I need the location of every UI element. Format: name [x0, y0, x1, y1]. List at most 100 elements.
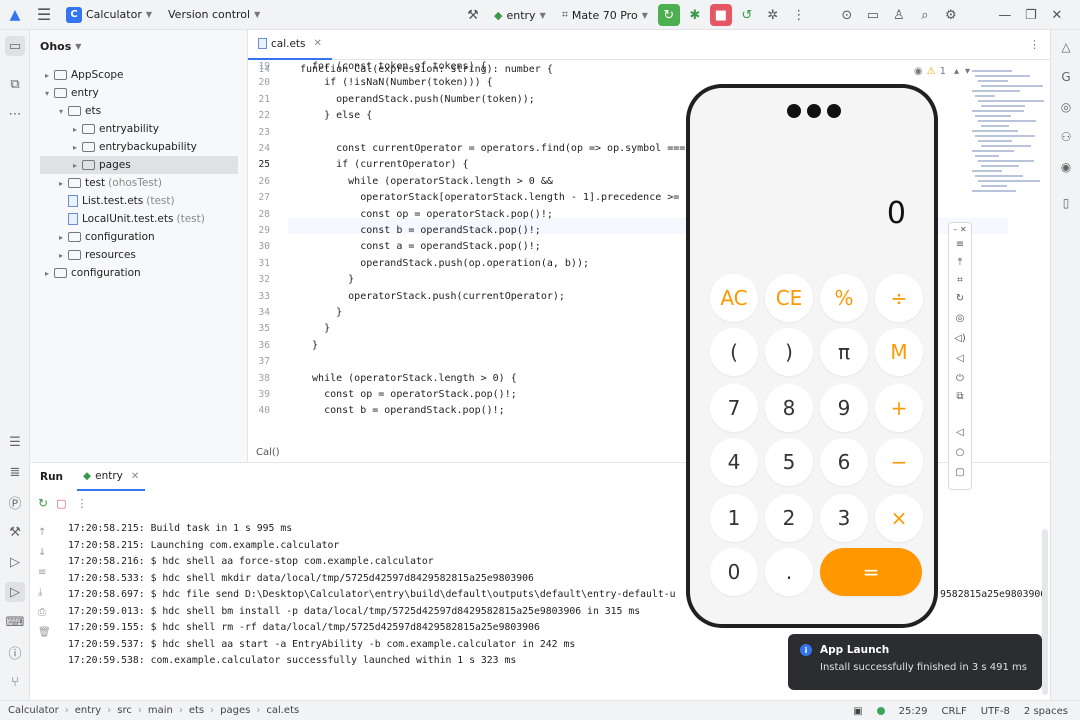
breadcrumb-item[interactable]: src: [117, 705, 132, 716]
scroll-down-icon[interactable]: ↓: [38, 547, 46, 558]
back-icon[interactable]: ◁: [949, 427, 971, 438]
inspection-widget[interactable]: ◉ ⚠ 1 ▴ ▾: [914, 66, 970, 77]
project-folder-icon[interactable]: ▭: [5, 36, 25, 56]
chevron-right-icon[interactable]: ▸: [40, 71, 54, 80]
tree-item[interactable]: ▾ ets: [54, 102, 104, 120]
chevron-right-icon[interactable]: ▸: [40, 269, 54, 278]
minimize-window-icon[interactable]: —: [994, 4, 1016, 26]
clear-trash-icon[interactable]: 🗑: [38, 627, 51, 638]
digit-6-key[interactable]: 6: [820, 438, 868, 486]
pi-key[interactable]: π: [820, 328, 868, 376]
chevron-right-icon[interactable]: ▸: [54, 179, 68, 188]
breadcrumb-item[interactable]: ets: [189, 705, 204, 716]
tab-options-icon[interactable]: ⋮: [1029, 38, 1040, 51]
equals-key[interactable]: =: [820, 548, 922, 596]
volume-up-icon[interactable]: ◁): [949, 333, 971, 344]
plus-key[interactable]: +: [875, 384, 923, 432]
services-icon[interactable]: ▷: [5, 552, 25, 572]
project-panel-header[interactable]: Ohos ▼: [30, 30, 247, 62]
stop-icon[interactable]: ▢: [56, 497, 66, 510]
breadcrumb-item[interactable]: pages: [220, 705, 250, 716]
scroll-to-end-icon[interactable]: ⤓: [38, 587, 42, 598]
build-hammer-icon[interactable]: ⚒: [5, 522, 25, 542]
profiler-bug-icon[interactable]: ✲: [762, 4, 784, 26]
todo-icon[interactable]: ☰: [5, 432, 25, 452]
decimal-key[interactable]: .: [765, 548, 813, 596]
tree-item[interactable]: ▾ entry: [40, 84, 102, 102]
run-tab-entry[interactable]: ◆ entry ✕: [77, 463, 146, 491]
tree-item[interactable]: ▸ entrybackupability: [68, 138, 200, 156]
console-scrollbar[interactable]: [1042, 529, 1048, 695]
vcs-selector[interactable]: Version control ▼: [168, 0, 260, 30]
pin-icon[interactable]: ⤒: [949, 257, 971, 268]
ce-key[interactable]: CE: [765, 274, 813, 322]
recents-icon[interactable]: ▢: [949, 467, 971, 478]
breadcrumb-item[interactable]: Calculator: [8, 705, 59, 716]
inspector-icon[interactable]: ⚇: [1057, 128, 1075, 146]
power-icon[interactable]: ⏻: [949, 373, 971, 384]
memory-indicator-icon[interactable]: ▣: [853, 706, 862, 717]
more-actions-icon[interactable]: ⋮: [788, 4, 810, 26]
run-config-selector[interactable]: ◆ entry ▼: [494, 0, 546, 30]
main-menu-icon[interactable]: ☰: [30, 0, 58, 30]
screenshot-icon[interactable]: ◎: [949, 313, 971, 324]
digit-1-key[interactable]: 1: [710, 494, 758, 542]
gear-icon[interactable]: ⚙: [940, 4, 962, 26]
line-separator[interactable]: CRLF: [941, 706, 966, 717]
digit-5-key[interactable]: 5: [765, 438, 813, 486]
tree-item[interactable]: ▸ resources: [54, 246, 139, 264]
copy-icon[interactable]: ⧉: [949, 391, 971, 402]
previewer-eye-icon[interactable]: ◉: [1057, 158, 1075, 176]
indent-setting[interactable]: 2 spaces: [1024, 706, 1068, 717]
notifications-icon[interactable]: △: [1057, 38, 1075, 56]
account-icon[interactable]: ♙: [888, 4, 910, 26]
chevron-up-icon[interactable]: ▴: [954, 66, 959, 77]
close-icon[interactable]: ✕: [131, 471, 139, 482]
device-phone-icon[interactable]: ▯: [1057, 194, 1075, 212]
tree-item[interactable]: ▸ pages: [40, 156, 238, 174]
chevron-right-icon[interactable]: ▸: [54, 251, 68, 260]
reader-mode-icon[interactable]: ◉: [914, 66, 923, 77]
profiler-icon[interactable]: Ⓟ: [5, 492, 25, 512]
chevron-down-icon[interactable]: ▾: [965, 66, 970, 77]
device-selector[interactable]: ⌗ Mate 70 Pro ▼: [562, 0, 648, 30]
soft-wrap-icon[interactable]: ≡: [38, 567, 46, 578]
app-logo-icon[interactable]: ▲: [0, 0, 30, 30]
more-actions-icon[interactable]: ⋮: [76, 497, 87, 510]
code-minimap[interactable]: [972, 70, 1044, 220]
multiply-key[interactable]: ×: [875, 494, 923, 542]
tree-item[interactable]: LocalUnit.test.ets (test): [54, 210, 205, 228]
home-icon[interactable]: ○: [949, 447, 971, 458]
problems-icon[interactable]: ⓘ: [5, 642, 25, 662]
scroll-up-icon[interactable]: ↑: [38, 527, 46, 538]
tree-item[interactable]: ▸ AppScope: [40, 66, 127, 84]
tree-item[interactable]: ▸ entryability: [68, 120, 162, 138]
digit-4-key[interactable]: 4: [710, 438, 758, 486]
editor-breadcrumb[interactable]: Cal(): [256, 447, 280, 458]
breadcrumb-item[interactable]: entry: [75, 705, 101, 716]
tree-item[interactable]: ▸ test (ohosTest): [54, 174, 162, 192]
tree-item[interactable]: ▸ configuration: [54, 228, 158, 246]
digit-7-key[interactable]: 7: [710, 384, 758, 432]
close-paren-key[interactable]: ): [765, 328, 813, 376]
tree-item[interactable]: List.test.ets (test): [54, 192, 175, 210]
breadcrumb-item[interactable]: main: [148, 705, 173, 716]
menu-icon[interactable]: ≡: [949, 239, 971, 250]
emulator-window-controls[interactable]: – ✕: [949, 225, 971, 234]
print-icon[interactable]: ⎙: [38, 607, 46, 618]
assistant-icon[interactable]: ◎: [1057, 98, 1075, 116]
open-paren-key[interactable]: (: [710, 328, 758, 376]
breadcrumb-item[interactable]: cal.ets: [266, 705, 299, 716]
divide-key[interactable]: ÷: [875, 274, 923, 322]
digit-3-key[interactable]: 3: [820, 494, 868, 542]
rerun-button[interactable]: ↻: [657, 4, 680, 26]
terminal-icon[interactable]: ⌨: [5, 612, 25, 632]
close-window-icon[interactable]: ✕: [1046, 4, 1068, 26]
chevron-down-icon[interactable]: ▾: [40, 89, 54, 98]
debug-bug-icon[interactable]: ✱: [684, 4, 706, 26]
search-icon[interactable]: ⌕: [914, 4, 936, 26]
structure-icon[interactable]: ⧉: [5, 74, 25, 94]
device-manager-icon[interactable]: ⊙: [836, 4, 858, 26]
git-icon[interactable]: ⑂: [5, 672, 25, 692]
tree-item[interactable]: ▸ configuration: [40, 264, 144, 282]
